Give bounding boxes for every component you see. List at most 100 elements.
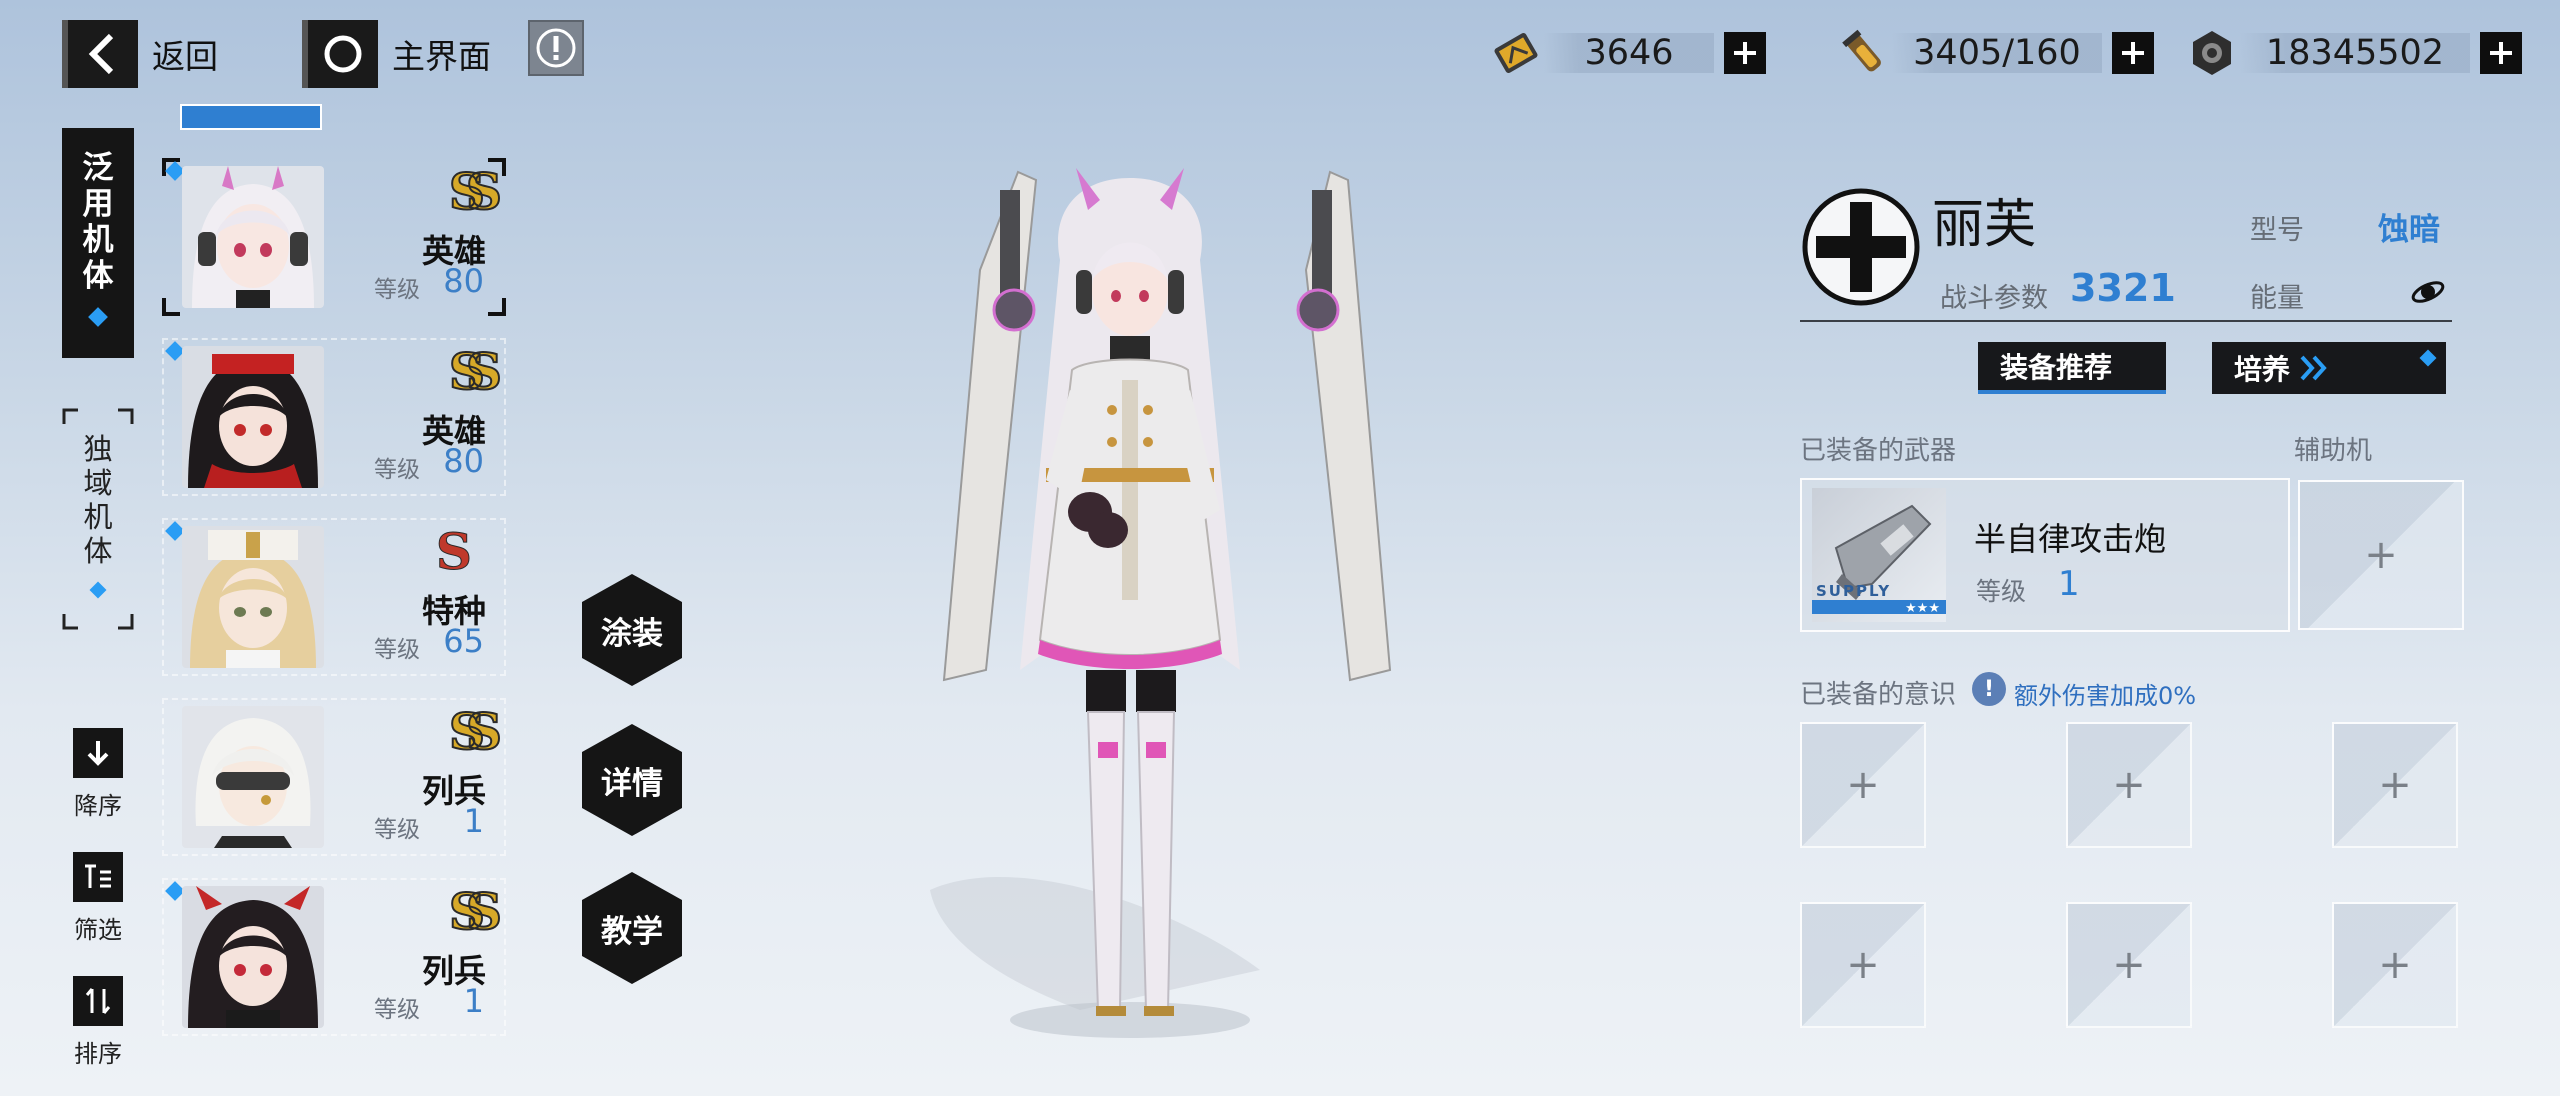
- memory-slot-6[interactable]: +: [2332, 902, 2458, 1028]
- character-card[interactable]: SS 英雄 等级 80: [162, 158, 506, 316]
- plus-icon: +: [2378, 762, 2412, 808]
- exclamation-icon[interactable]: !: [1972, 672, 2006, 706]
- double-chevron-icon: [2300, 355, 2327, 381]
- stamina-card-icon: [1494, 32, 1538, 74]
- plus-icon: [1734, 42, 1756, 64]
- plus-icon: +: [2378, 942, 2412, 988]
- portrait-black-hair-red: [182, 346, 324, 488]
- rank-badge: SS: [448, 881, 503, 942]
- assist-slot[interactable]: +: [2298, 480, 2464, 630]
- rank-badge: S: [435, 522, 472, 582]
- resource-stamina: 3646: [1488, 24, 1766, 82]
- plus-icon: +: [1846, 762, 1880, 808]
- character-card[interactable]: SS 列兵 等级 1: [162, 698, 506, 856]
- energy-label: 能量: [2250, 283, 2304, 314]
- control-label: 筛选: [74, 916, 122, 944]
- selected-diamond-icon: [88, 307, 108, 327]
- model-label: 型号: [2250, 215, 2304, 246]
- memory-slot-1[interactable]: +: [1800, 722, 1926, 848]
- tab-label: 泛用机体: [82, 150, 114, 294]
- memory-slot-2[interactable]: +: [2066, 722, 2192, 848]
- level-label: 等级: [374, 637, 420, 663]
- combat-value: 3321: [2070, 266, 2176, 310]
- arrow-down-icon: [73, 728, 123, 778]
- weapon-name: 半自律攻击炮: [1974, 520, 2167, 558]
- paint-button[interactable]: 涂装: [582, 574, 682, 686]
- descending-button[interactable]: 降序: [70, 728, 126, 821]
- level-value: 65: [443, 622, 484, 660]
- weapon-stars: ★★★: [1905, 601, 1940, 616]
- rank-badge: SS: [448, 701, 503, 762]
- plus-icon: [2122, 42, 2144, 64]
- character-card[interactable]: SS 列兵 等级 1: [162, 878, 506, 1036]
- info-button[interactable]: [528, 20, 584, 76]
- button-label: 培养: [2234, 353, 2291, 386]
- character-name: 丽芙: [1932, 195, 2037, 255]
- memory-slot-5[interactable]: +: [2066, 902, 2192, 1028]
- plus-icon: +: [2112, 762, 2146, 808]
- weapon-thumb: SUPPLY ★★★: [1812, 488, 1946, 622]
- filter-button[interactable]: 筛选: [70, 852, 126, 945]
- combat-label: 战斗参数: [1940, 283, 2048, 314]
- button-label: 装备推荐: [2000, 351, 2113, 384]
- level-value: 1: [463, 802, 484, 840]
- divider: [1800, 320, 2452, 322]
- diamond-icon: [2419, 349, 2437, 367]
- level-value: 80: [443, 442, 484, 480]
- control-label: 排序: [74, 1040, 122, 1068]
- weapon-section-label: 已装备的武器: [1800, 436, 1957, 466]
- portrait-blonde-hat: [182, 526, 324, 668]
- energy-icon: [2408, 274, 2448, 310]
- partial-card-tag: [180, 104, 322, 130]
- level-label: 等级: [374, 817, 420, 843]
- portrait-black-hair-horns: [182, 886, 324, 1028]
- memory-slot-4[interactable]: +: [1800, 902, 1926, 1028]
- back-button[interactable]: 返回: [62, 20, 218, 88]
- add-blood-button[interactable]: [2112, 32, 2154, 74]
- character-card[interactable]: S 特种 等级 65: [162, 518, 506, 676]
- resource-value: 18345502: [2265, 33, 2445, 73]
- memory-slot-3[interactable]: +: [2332, 722, 2458, 848]
- character-model-figure: [930, 168, 1392, 1038]
- equipped-weapon-card[interactable]: SUPPLY ★★★ 半自律攻击炮 等级 1: [1800, 478, 2290, 632]
- plus-icon: [2490, 42, 2512, 64]
- tutorial-button[interactable]: 教学: [582, 872, 682, 984]
- level-label: 等级: [374, 277, 420, 303]
- tab-exclusive-units[interactable]: 独域机体: [62, 408, 134, 630]
- resource-value: 3405/160: [1913, 33, 2081, 73]
- memory-section-label: 已装备的意识: [1800, 680, 1957, 710]
- portrait-white-hair-eyepatch: [182, 706, 324, 848]
- character-card[interactable]: SS 英雄 等级 80: [162, 338, 506, 496]
- model-value: 蚀暗: [2378, 212, 2440, 248]
- home-button[interactable]: 主界面: [302, 20, 491, 88]
- memory-bonus-text: 额外伤害加成0%: [2014, 682, 2197, 710]
- resource-blood: 3405/160: [1836, 24, 2154, 82]
- weapon-level-label: 等级: [1976, 577, 2027, 606]
- back-arrow-icon: [62, 20, 138, 88]
- info-icon: [536, 28, 576, 68]
- assist-section-label: 辅助机: [2294, 436, 2373, 466]
- tab-general-units[interactable]: 泛用机体: [62, 128, 134, 358]
- resource-coin: 18345502: [2184, 24, 2522, 82]
- filter-icon: [73, 852, 123, 902]
- class-emblem-icon: [1800, 186, 1922, 308]
- add-stamina-button[interactable]: [1724, 32, 1766, 74]
- equipment-recommend-button[interactable]: 装备推荐: [1978, 342, 2166, 394]
- blood-vial-icon: [1842, 29, 1881, 72]
- home-circle-icon: [302, 20, 378, 88]
- plus-icon: +: [2364, 532, 2398, 578]
- level-label: 等级: [374, 997, 420, 1023]
- control-label: 降序: [74, 792, 122, 820]
- sort-button[interactable]: 排序: [70, 976, 126, 1069]
- character-model[interactable]: [700, 150, 1560, 1050]
- rank-badge: SS: [448, 341, 503, 402]
- cultivate-button[interactable]: 培养: [2212, 342, 2446, 394]
- plus-icon: +: [2112, 942, 2146, 988]
- resource-value: 3646: [1584, 33, 1674, 73]
- home-label: 主界面: [392, 37, 491, 76]
- level-value: 80: [443, 262, 484, 300]
- details-button[interactable]: 详情: [582, 724, 682, 836]
- add-coin-button[interactable]: [2480, 32, 2522, 74]
- weapon-level-value: 1: [2058, 564, 2080, 604]
- plus-icon: +: [1846, 942, 1880, 988]
